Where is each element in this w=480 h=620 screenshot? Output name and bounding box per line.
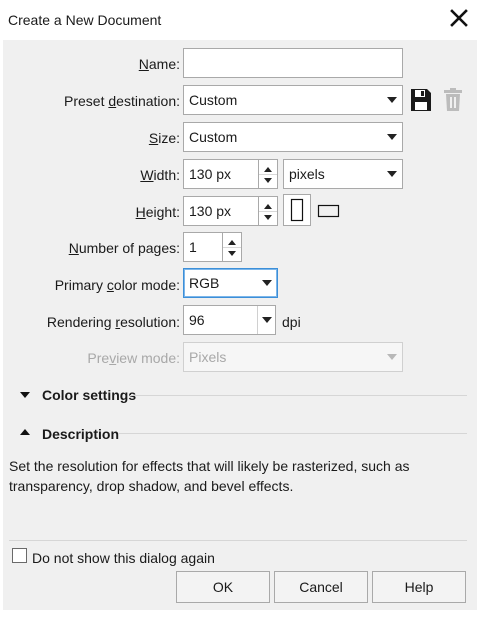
- height-label: Height:: [135, 204, 180, 220]
- pages-input[interactable]: 1: [183, 232, 223, 262]
- pages-label: Number of pages:: [68, 240, 180, 256]
- height-input[interactable]: 130 px: [183, 196, 259, 226]
- spin-down-icon[interactable]: [264, 178, 272, 183]
- width-label: Width:: [140, 167, 180, 183]
- footer-divider: [9, 540, 467, 541]
- height-stepper[interactable]: [258, 196, 278, 226]
- portrait-orientation-icon: [290, 198, 304, 222]
- color-mode-label: Primary color mode:: [54, 277, 180, 293]
- close-button[interactable]: [444, 4, 474, 32]
- dpi-unit-label: dpi: [282, 314, 301, 330]
- trash-icon[interactable]: [443, 88, 463, 112]
- units-dropdown[interactable]: pixels: [283, 159, 403, 189]
- description-text: Set the resolution for effects that will…: [9, 458, 410, 494]
- resolution-combobox[interactable]: 96: [183, 305, 276, 335]
- spin-down-icon[interactable]: [264, 215, 272, 220]
- preview-mode-label: Preview mode:: [87, 350, 180, 366]
- chevron-down-icon: [387, 97, 397, 103]
- chevron-down-icon[interactable]: [262, 317, 272, 323]
- preset-destination-dropdown[interactable]: Custom: [183, 85, 403, 115]
- description-header[interactable]: Description: [42, 426, 119, 442]
- size-dropdown[interactable]: Custom: [183, 122, 403, 152]
- section-divider: [130, 395, 467, 396]
- chevron-down-icon: [387, 171, 397, 177]
- floppy-disk-icon[interactable]: [410, 88, 432, 112]
- help-button[interactable]: Help: [372, 571, 466, 603]
- close-icon: [450, 9, 468, 27]
- collapse-expand-icon[interactable]: [20, 429, 30, 435]
- name-input[interactable]: [183, 48, 403, 78]
- preview-mode-dropdown: Pixels: [183, 342, 403, 372]
- dont-show-checkbox[interactable]: [12, 548, 27, 563]
- name-label: Name:: [138, 56, 180, 72]
- spin-up-icon[interactable]: [228, 240, 236, 245]
- preset-destination-label: Preset destination:: [64, 93, 180, 109]
- color-mode-dropdown[interactable]: RGB: [183, 268, 278, 298]
- width-input[interactable]: 130 px: [183, 159, 259, 189]
- landscape-orientation-button[interactable]: [315, 196, 343, 224]
- width-stepper[interactable]: [258, 159, 278, 189]
- spin-up-icon[interactable]: [264, 167, 272, 172]
- chevron-down-icon: [387, 354, 397, 360]
- chevron-down-icon: [262, 280, 272, 286]
- spin-down-icon[interactable]: [228, 251, 236, 256]
- landscape-orientation-icon: [317, 204, 340, 218]
- spin-up-icon[interactable]: [264, 204, 272, 209]
- ok-button[interactable]: OK: [176, 571, 270, 603]
- color-settings-header[interactable]: Color settings: [42, 387, 136, 403]
- chevron-down-icon: [387, 134, 397, 140]
- section-divider: [118, 433, 467, 434]
- cancel-button[interactable]: Cancel: [274, 571, 368, 603]
- pages-stepper[interactable]: [222, 232, 242, 262]
- dont-show-label[interactable]: Do not show this dialog again: [32, 550, 215, 566]
- title-bar: Create a New Document: [0, 0, 480, 40]
- size-label: Size:: [148, 130, 180, 146]
- collapse-expand-icon[interactable]: [20, 392, 30, 398]
- resolution-label: Rendering resolution:: [46, 314, 180, 330]
- portrait-orientation-button[interactable]: [283, 194, 311, 226]
- dialog-title: Create a New Document: [8, 12, 162, 28]
